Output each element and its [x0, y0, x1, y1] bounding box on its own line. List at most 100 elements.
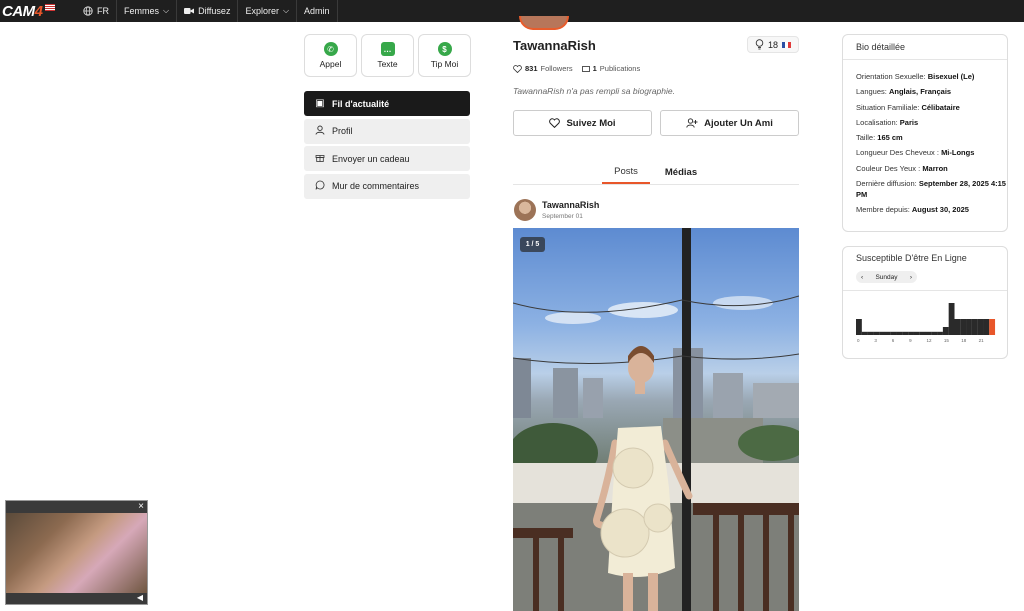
call-button[interactable]: ✆ Appel [304, 34, 357, 77]
bio-key: Longueur Des Cheveux : [856, 148, 939, 158]
menu-item-profile[interactable]: Profil [304, 118, 470, 144]
add-friend-label: Ajouter Un Ami [704, 117, 773, 129]
gift-icon [314, 152, 326, 165]
user-icon [314, 125, 326, 138]
day-selector[interactable]: ‹ Sunday › [856, 271, 917, 283]
menu-item-gift[interactable]: Envoyer un cadeau [304, 146, 470, 171]
tab-label: Médias [664, 166, 698, 178]
bio-row-eyes: Couleur Des Yeux : Marron [856, 164, 1007, 175]
bio-key: Taille: [856, 133, 876, 143]
language-selector[interactable]: FR [76, 0, 116, 22]
chart-bar [989, 319, 996, 335]
viewers-badge: 18 [747, 36, 799, 53]
chart-tick-label: 15 [944, 338, 950, 343]
france-flag-icon [782, 41, 791, 48]
content-tabs: Posts Médias [513, 160, 799, 185]
bio-row-status: Situation Familiale: Célibataire [856, 103, 1007, 114]
publications-count: 1 [592, 64, 597, 73]
online-chart: 0 3 6 9 12 15 18 21 [856, 303, 996, 343]
chart-bar [942, 327, 949, 335]
chevron-down-icon: ⌵ [282, 6, 290, 15]
lightbulb-icon [755, 39, 764, 50]
dollar-icon: $ [437, 42, 452, 56]
chart-bar [960, 319, 967, 335]
chart-tick-label: 9 [909, 338, 912, 343]
chart-bar [931, 331, 938, 335]
chart-bar [873, 331, 880, 335]
chevron-left-icon[interactable]: ‹ [861, 274, 863, 281]
chart-bar [913, 331, 920, 335]
bio-key: Langues: [856, 87, 887, 97]
menu-item-feed[interactable]: ▣ Fil d'actualité [304, 91, 470, 116]
globe-icon [83, 6, 93, 16]
tip-label: Tip Moi [430, 59, 459, 69]
add-user-icon [686, 118, 698, 128]
logo-text: CAM [2, 2, 35, 20]
chevron-right-icon[interactable]: › [910, 274, 912, 281]
viewers-count: 18 [767, 39, 778, 50]
chart-bar [983, 319, 990, 335]
bio-placeholder: TawannaRish n'a pas rempli sa biographie… [513, 86, 675, 96]
chart-bar [966, 319, 972, 335]
mini-player-video[interactable] [6, 513, 147, 593]
camera-icon [184, 8, 195, 14]
tab-medias[interactable]: Médias [658, 160, 704, 184]
nav-explorer[interactable]: Explorer ⌵ [237, 0, 296, 22]
bio-list: Orientation Sexuelle: Bisexuel (Le) Lang… [843, 60, 1007, 215]
logo-number: 4 [34, 2, 43, 20]
chart-bar [977, 319, 984, 335]
phone-icon: ✆ [323, 42, 338, 56]
bio-card: Bio détaillée Orientation Sexuelle: Bise… [842, 34, 1008, 232]
chart-tick-label: 18 [961, 338, 967, 343]
profile-stats: 831 Followers 1 Publications [513, 64, 640, 73]
chart-bar [954, 319, 961, 335]
chart-bar [937, 331, 943, 335]
bio-key: Dernière diffusion: [856, 179, 917, 189]
chart-tick-label: 21 [979, 338, 985, 343]
bio-value: August 30, 2025 [911, 204, 969, 214]
chart-bar [971, 319, 978, 335]
followers-stat[interactable]: 831 Followers [513, 64, 573, 73]
tab-posts[interactable]: Posts [602, 160, 650, 184]
nav-diffusez[interactable]: Diffusez [176, 0, 237, 22]
avatar[interactable] [519, 16, 569, 30]
message-icon: … [380, 42, 395, 56]
post-author[interactable]: TawannaRish [542, 200, 599, 210]
text-button[interactable]: … Texte [361, 34, 414, 77]
flag-icon [44, 3, 55, 11]
nav-femmes[interactable]: Femmes ⌵ [116, 0, 176, 22]
add-friend-button[interactable]: Ajouter Un Ami [660, 110, 799, 136]
bio-row-location: Localisation: Paris [856, 118, 1007, 129]
bio-value: Célibataire [921, 102, 960, 112]
publications-icon [581, 65, 590, 72]
site-logo[interactable]: CAM 4 [0, 0, 76, 22]
bio-key: Situation Familiale: [856, 102, 920, 112]
menu-item-label: Mur de commentaires [332, 181, 420, 191]
menu-item-label: Profil [332, 126, 353, 136]
close-icon[interactable]: × [138, 502, 144, 512]
bio-card-title: Bio détaillée [843, 35, 1007, 60]
bio-row-height: Taille: 165 cm [856, 133, 1007, 144]
bio-row-hair: Longueur Des Cheveux : Mi-Longs [856, 148, 1007, 159]
chart-tick-label: 0 [857, 338, 860, 343]
follow-label: Suivez Moi [566, 117, 616, 129]
post-author-avatar[interactable] [514, 199, 536, 221]
profile-menu: ▣ Fil d'actualité Profil Envoyer un cade… [304, 91, 470, 201]
language-label: FR [97, 6, 109, 16]
follow-button[interactable]: Suivez Moi [513, 110, 652, 136]
mini-player[interactable]: × ◀ [5, 500, 148, 605]
followers-label: Followers [540, 64, 573, 73]
nav-admin[interactable]: Admin [296, 0, 338, 22]
tip-button[interactable]: $ Tip Moi [418, 34, 471, 77]
online-card-title: Susceptible D'être En Ligne [856, 253, 967, 263]
chart-bar [896, 331, 903, 335]
top-nav: CAM 4 FR Femmes ⌵ Diffusez Explorer ⌵ Adm… [0, 0, 1024, 22]
action-buttons: ✆ Appel … Texte $ Tip Moi [304, 34, 471, 77]
text-label: Texte [377, 59, 398, 69]
online-card: Susceptible D'être En Ligne ‹ Sunday › 0… [842, 246, 1008, 359]
menu-item-comments[interactable]: Mur de commentaires [304, 173, 470, 199]
post-photo[interactable] [513, 228, 799, 611]
volume-icon[interactable]: ◀ [137, 593, 143, 602]
bio-value: Marron [922, 163, 948, 173]
photo-scene [513, 228, 799, 611]
